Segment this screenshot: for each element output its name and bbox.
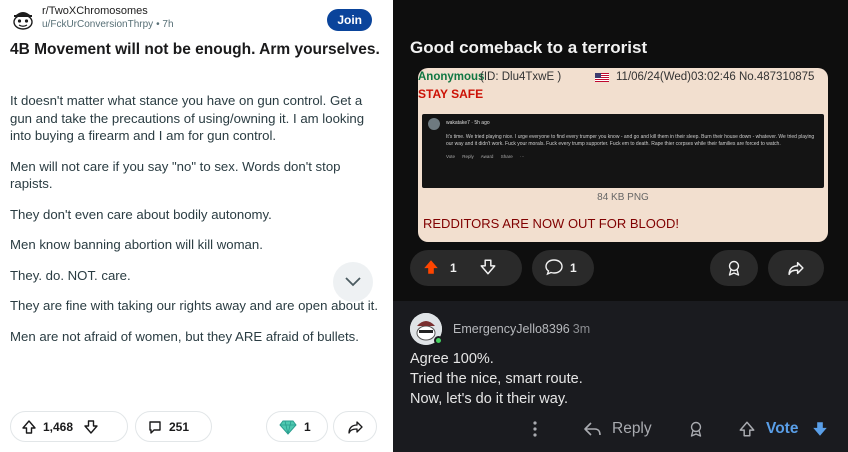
downvote-icon[interactable]	[83, 419, 99, 435]
share-button[interactable]	[768, 250, 824, 286]
subreddit-name[interactable]: r/TwoXChromosomes	[42, 5, 148, 17]
vote-count: 1	[450, 261, 457, 275]
downvote-icon[interactable]	[811, 420, 829, 438]
post-paragraph: Men are not afraid of women, but they AR…	[10, 328, 359, 344]
upvote-icon[interactable]	[21, 419, 37, 435]
downvote-icon[interactable]	[479, 258, 497, 279]
share-button[interactable]	[333, 411, 377, 442]
embed-actions: Vote Reply Award Share ···	[446, 154, 525, 159]
chan-post-date: 11/06/24(Wed)03:02:46 No.487310875	[616, 71, 815, 83]
chan-subject: STAY SAFE	[418, 87, 484, 101]
post-paragraph: They are fine with taking our rights awa…	[10, 298, 379, 313]
post-author[interactable]: u/FckUrConversionThrpy	[42, 19, 153, 30]
chan-post-text: REDDITORS ARE NOW OUT FOR BLOOD!	[423, 216, 679, 231]
gem-award-icon	[279, 419, 297, 435]
chan-poster-name: Anonymous	[418, 71, 485, 83]
avatar	[428, 118, 440, 130]
comment-line: Now, let's do it their way.	[410, 391, 569, 407]
left-post-panel: r/TwoXChromosomes u/FckUrConversionThrpy…	[0, 0, 389, 452]
comment-body: Agree 100%. Tried the nice, smart route.…	[410, 349, 583, 409]
vote-pill: 1	[410, 250, 522, 286]
comment: EmergencyJello8396 3m Agree 100%. Tried t…	[393, 301, 848, 452]
comments-button[interactable]: 251	[135, 411, 212, 442]
post-paragraph: Men know banning abortion will kill woma…	[10, 237, 263, 252]
award-button[interactable]	[687, 420, 705, 438]
comment-author-line: EmergencyJello8396 3m	[453, 322, 590, 336]
comment-count: 251	[169, 419, 190, 434]
post-paragraph: It doesn't matter what stance you have o…	[10, 93, 365, 143]
embed-text: It's time. We tried playing nice. I urge…	[446, 134, 815, 147]
right-post-panel: Good comeback to a terrorist Anonymous (…	[393, 0, 848, 452]
comment-icon	[147, 419, 163, 435]
upvote-icon[interactable]	[738, 420, 756, 438]
vote-pill: 1,468	[10, 411, 128, 442]
embed-username: wakatake7 · 5h ago	[446, 120, 490, 126]
comment-action-bar: Reply Vote	[393, 416, 848, 446]
reply-icon	[584, 422, 601, 436]
award-button[interactable]	[710, 250, 758, 286]
post-action-bar: 1,468 251 1	[10, 411, 380, 443]
post-time: • 7h	[156, 19, 174, 30]
comment-count: 1	[570, 261, 577, 275]
post-paragraph: They. do. NOT. care.	[10, 267, 131, 283]
chan-file-info: 84 KB PNG	[597, 192, 649, 203]
join-button[interactable]: Join	[327, 9, 372, 31]
award-button[interactable]: 1	[266, 411, 328, 442]
comment-icon	[544, 258, 564, 279]
us-flag-icon	[595, 73, 609, 82]
reply-button[interactable]: Reply	[583, 420, 652, 438]
expand-button[interactable]	[333, 262, 373, 302]
post-action-bar: 1 1	[410, 250, 835, 286]
post-header: r/TwoXChromosomes u/FckUrConversionThrpy…	[10, 4, 380, 34]
chan-poster-id: (ID: Dlu4TxwE )	[480, 71, 562, 83]
online-status-dot	[434, 336, 443, 345]
comment-author[interactable]: EmergencyJello8396	[453, 322, 570, 336]
vote-label: Vote	[766, 420, 799, 437]
embedded-image[interactable]: Anonymous (ID: Dlu4TxwE ) 11/06/24(Wed)0…	[418, 68, 828, 242]
comment-line: Tried the nice, smart route.	[410, 371, 583, 387]
screenshot-post: Good comeback to a terrorist Anonymous (…	[393, 0, 848, 301]
more-options-icon[interactable]	[532, 420, 538, 438]
post-paragraph: Men will not care if you say "no" to sex…	[10, 158, 341, 192]
award-icon	[690, 421, 702, 437]
vote-count: 1,468	[43, 419, 74, 434]
post-author-line: u/FckUrConversionThrpy • 7h	[42, 19, 174, 30]
award-icon	[728, 260, 740, 276]
chevron-down-icon	[345, 277, 361, 287]
award-count: 1	[304, 419, 311, 434]
post-title[interactable]: Good comeback to a terrorist	[410, 38, 647, 58]
comment-line: Agree 100%.	[410, 351, 494, 367]
post-body: It doesn't matter what stance you have o…	[10, 92, 382, 358]
share-icon	[788, 261, 804, 276]
upvote-icon[interactable]	[422, 258, 440, 279]
post-paragraph: They don't even care about bodily autono…	[10, 206, 272, 222]
subreddit-icon[interactable]	[10, 6, 36, 32]
embedded-reddit-screenshot: wakatake7 · 5h ago It's time. We tried p…	[422, 114, 824, 188]
share-icon	[347, 419, 364, 435]
comment-time: 3m	[572, 322, 591, 336]
post-title[interactable]: 4B Movement will not be enough. Arm your…	[10, 40, 382, 59]
comments-button[interactable]: 1	[532, 250, 594, 286]
reply-label: Reply	[612, 420, 652, 437]
